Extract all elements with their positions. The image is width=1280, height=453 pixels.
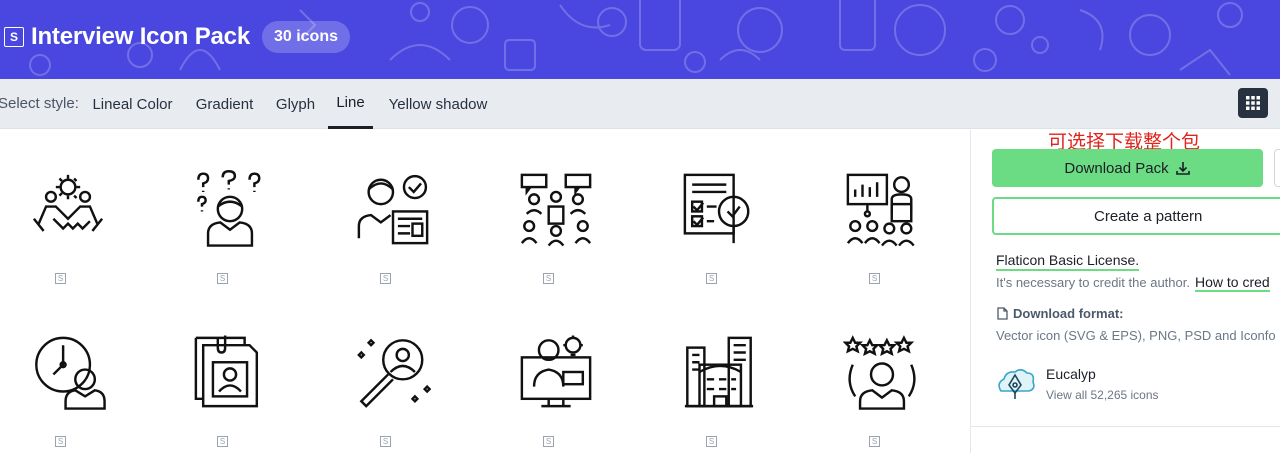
file-icon bbox=[997, 307, 1008, 320]
tab-gradient[interactable]: Gradient bbox=[188, 79, 261, 129]
time-management-icon[interactable] bbox=[29, 333, 107, 411]
download-format-description: Vector icon (SVG & EPS), PNG, PSD and Ic… bbox=[996, 328, 1276, 343]
premium-badge-icon: S bbox=[55, 273, 66, 284]
icon-card[interactable]: S bbox=[807, 130, 957, 284]
premium-badge-icon: S bbox=[380, 273, 391, 284]
premium-badge-icon: S bbox=[55, 436, 66, 447]
download-format-title: Download format: bbox=[1013, 306, 1124, 321]
download-icon bbox=[1175, 162, 1190, 175]
download-sidebar: 可选择下载整个包 Download Pack Create a pattern … bbox=[970, 130, 1280, 453]
icon-count-badge: 30 icons bbox=[261, 21, 350, 53]
organization-chart-icon[interactable] bbox=[517, 170, 595, 248]
checklist-search-icon[interactable] bbox=[680, 170, 758, 248]
icon-card[interactable]: S bbox=[0, 293, 143, 447]
premium-badge-icon: S bbox=[706, 436, 717, 447]
grid-icon bbox=[1246, 96, 1260, 110]
divider bbox=[971, 426, 1280, 427]
credit-text: It's necessary to credit the author. bbox=[996, 275, 1190, 290]
download-pack-label: Download Pack bbox=[1064, 159, 1169, 177]
premium-badge-icon: S bbox=[869, 273, 880, 284]
premium-badge-icon: S bbox=[869, 436, 880, 447]
pack-title: Interview Icon Pack bbox=[31, 23, 250, 50]
premium-badge-icon: S bbox=[543, 273, 554, 284]
tab-line[interactable]: Line bbox=[328, 79, 373, 129]
icon-grid: S S S S S S S S S S S S bbox=[0, 130, 970, 453]
more-options-button[interactable] bbox=[1274, 149, 1280, 187]
presentation-icon[interactable] bbox=[843, 170, 921, 248]
resume-document-icon[interactable] bbox=[191, 333, 269, 411]
premium-badge-icon: S bbox=[4, 27, 24, 47]
icon-card[interactable]: S bbox=[318, 293, 468, 447]
style-label: Select style: bbox=[0, 95, 79, 112]
premium-badge-icon: S bbox=[217, 273, 228, 284]
icon-card[interactable]: S bbox=[481, 293, 631, 447]
icon-card[interactable]: S bbox=[644, 293, 794, 447]
icon-card[interactable]: S bbox=[155, 130, 305, 284]
author-name[interactable]: Eucalyp bbox=[1046, 366, 1096, 382]
author-logo-icon[interactable] bbox=[995, 365, 1035, 401]
title-row: S Interview Icon Pack 30 icons bbox=[4, 20, 350, 54]
icon-card[interactable]: S bbox=[481, 130, 631, 284]
online-interview-icon[interactable] bbox=[517, 333, 595, 411]
download-format-heading: Download format: bbox=[997, 306, 1124, 321]
tab-glyph[interactable]: Glyph bbox=[269, 79, 322, 129]
grid-view-button[interactable] bbox=[1238, 88, 1268, 118]
icon-card[interactable]: S bbox=[0, 130, 143, 284]
author-icon-count[interactable]: View all 52,265 icons bbox=[1046, 388, 1159, 402]
premium-badge-icon: S bbox=[217, 436, 228, 447]
search-candidate-icon[interactable] bbox=[354, 333, 432, 411]
star-rating-person-icon[interactable] bbox=[843, 333, 921, 411]
style-selector-bar: Select style: Lineal Color Gradient Glyp… bbox=[0, 79, 1280, 129]
teamwork-handshake-icon[interactable] bbox=[29, 170, 107, 248]
pack-header: S Interview Icon Pack 30 icons bbox=[0, 0, 1280, 79]
create-pattern-button[interactable]: Create a pattern bbox=[992, 197, 1280, 235]
tab-lineal-color[interactable]: Lineal Color bbox=[85, 79, 180, 129]
how-to-credit-link[interactable]: How to cred bbox=[1194, 274, 1270, 292]
credit-row: It's necessary to credit the author. How … bbox=[996, 274, 1270, 292]
download-pack-button[interactable]: Download Pack bbox=[992, 149, 1263, 187]
confused-person-icon[interactable] bbox=[191, 170, 269, 248]
icon-card[interactable]: S bbox=[807, 293, 957, 447]
icon-card[interactable]: S bbox=[644, 130, 794, 284]
premium-badge-icon: S bbox=[380, 436, 391, 447]
icon-card[interactable]: S bbox=[318, 130, 468, 284]
office-building-icon[interactable] bbox=[680, 333, 758, 411]
license-link[interactable]: Flaticon Basic License. bbox=[996, 252, 1140, 271]
candidate-approved-icon[interactable] bbox=[354, 170, 432, 248]
premium-badge-icon: S bbox=[543, 436, 554, 447]
icon-card[interactable]: S bbox=[155, 293, 305, 447]
premium-badge-icon: S bbox=[706, 273, 717, 284]
tab-yellow-shadow[interactable]: Yellow shadow bbox=[380, 79, 496, 129]
